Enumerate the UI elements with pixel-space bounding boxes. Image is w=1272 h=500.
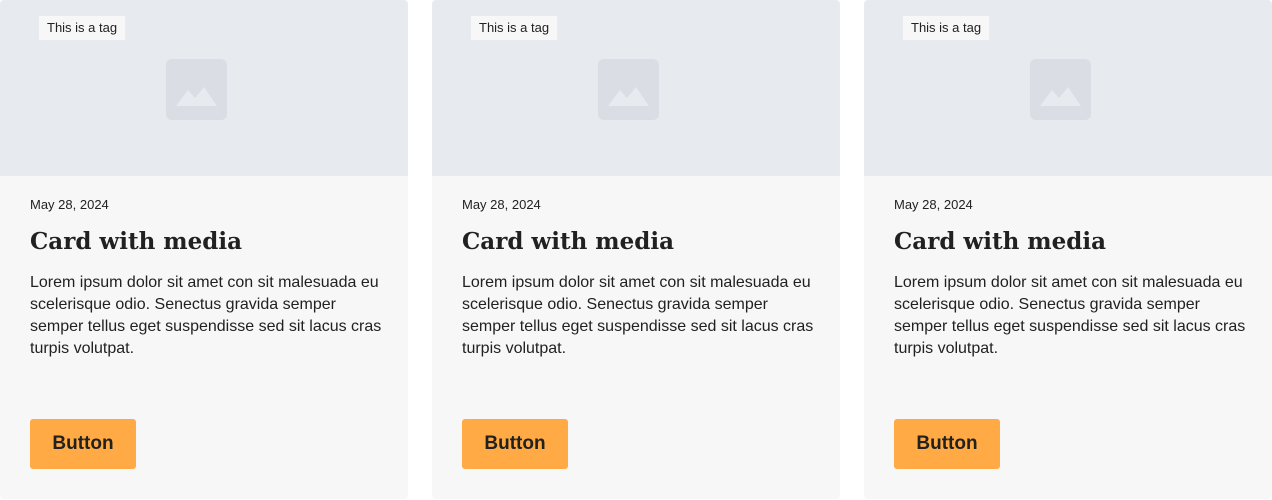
image-placeholder-icon bbox=[166, 59, 227, 120]
card-description: Lorem ipsum dolor sit amet con sit males… bbox=[30, 274, 382, 357]
card-media: This is a tag bbox=[432, 0, 840, 176]
image-placeholder-icon bbox=[598, 59, 659, 120]
media-card: This is a tag May 28, 2024 Card with med… bbox=[864, 0, 1272, 499]
media-card: This is a tag May 28, 2024 Card with med… bbox=[0, 0, 408, 499]
card-title: Card with media bbox=[894, 228, 1106, 255]
card-description: Lorem ipsum dolor sit amet con sit males… bbox=[894, 274, 1246, 357]
card-date: May 28, 2024 bbox=[462, 197, 541, 212]
card-button[interactable]: Button bbox=[30, 419, 136, 469]
card-tag: This is a tag bbox=[39, 16, 126, 40]
card-date: May 28, 2024 bbox=[30, 197, 109, 212]
card-media: This is a tag bbox=[0, 0, 408, 176]
media-card: This is a tag May 28, 2024 Card with med… bbox=[432, 0, 840, 499]
card-tag: This is a tag bbox=[903, 16, 990, 40]
card-title: Card with media bbox=[30, 228, 242, 255]
card-description: Lorem ipsum dolor sit amet con sit males… bbox=[462, 274, 814, 357]
card-button[interactable]: Button bbox=[894, 419, 1000, 469]
card-date: May 28, 2024 bbox=[894, 197, 973, 212]
card-tag: This is a tag bbox=[471, 16, 558, 40]
card-media: This is a tag bbox=[864, 0, 1272, 176]
card-title: Card with media bbox=[462, 228, 674, 255]
card-grid: This is a tag May 28, 2024 Card with med… bbox=[0, 0, 1272, 500]
card-button[interactable]: Button bbox=[462, 419, 568, 469]
image-placeholder-icon bbox=[1030, 59, 1091, 120]
